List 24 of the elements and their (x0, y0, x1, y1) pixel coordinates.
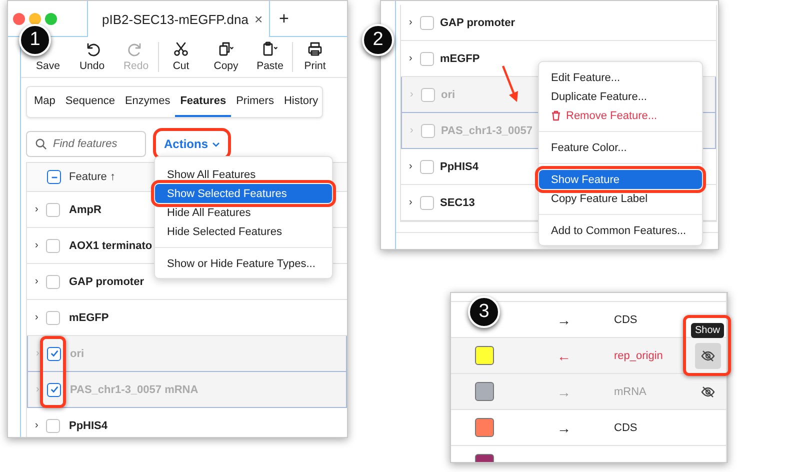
tooltip: Show (691, 322, 724, 338)
feature-name: AmpR (69, 204, 102, 216)
feature-name: AOX1 terminato (69, 240, 152, 252)
feature-type: rep_origin (614, 350, 664, 362)
feature-name: GAP promoter (440, 16, 515, 28)
feature-name: PpHIS4 (69, 420, 108, 432)
feature-name: mEGFP (440, 52, 480, 64)
feature-name: ori (441, 88, 456, 100)
step-badge: 2 (362, 24, 394, 56)
feature-name: ori (70, 348, 84, 360)
feature-name: SEC13 (440, 196, 475, 208)
direction-arrow: → (556, 384, 572, 400)
feature-type: CDS (614, 314, 638, 326)
direction-arrow: → (556, 312, 572, 328)
feature-name: PAS_chr1-3_0057 mRNA (70, 384, 198, 396)
tab-title: pIB2-SEC13-mEGFP.dna (102, 12, 248, 26)
feature-type: CDS (614, 422, 638, 434)
feature-name: PAS_chr1-3_0057 (441, 124, 533, 136)
feature-name: PpHIS4 (440, 160, 479, 172)
feature-name: GAP promoter (69, 276, 144, 288)
direction-arrow: ← (556, 348, 572, 364)
feature-type: mRNA (614, 386, 648, 398)
direction-arrow: → (556, 420, 572, 436)
feature-name: mEGFP (69, 312, 109, 324)
